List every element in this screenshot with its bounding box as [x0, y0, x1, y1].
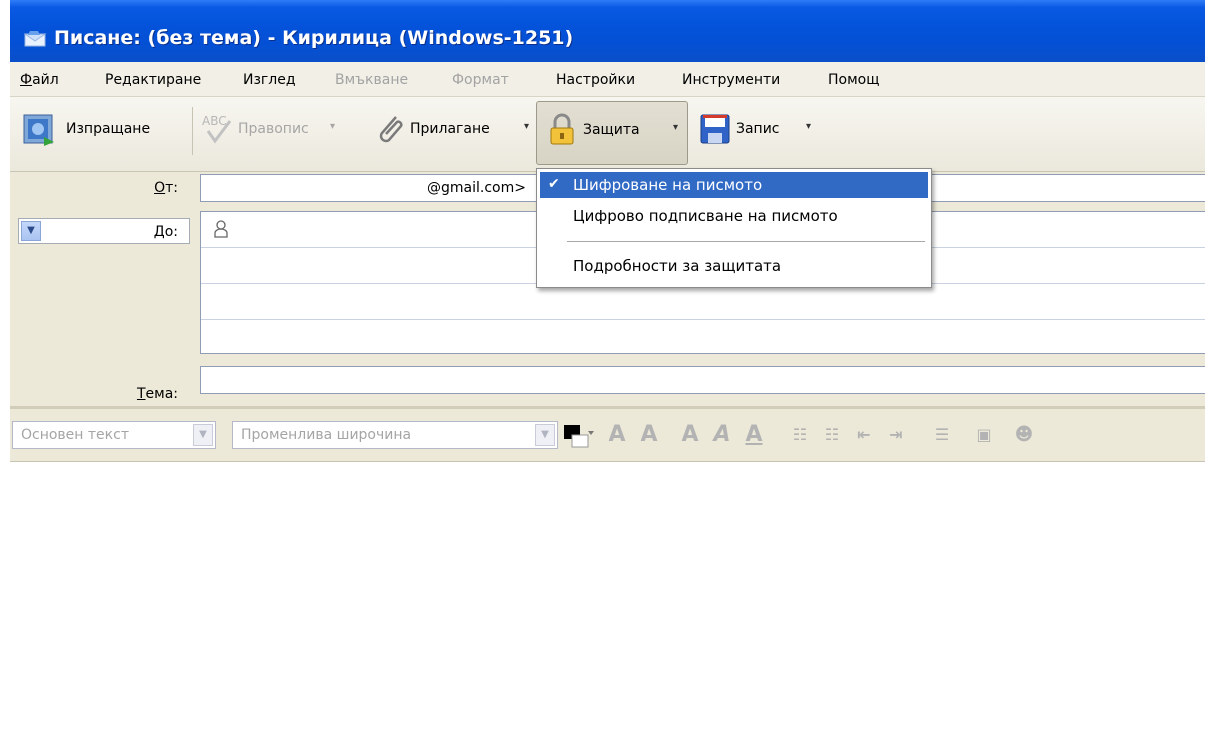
person-icon	[214, 220, 228, 238]
insert-image-icon[interactable]: ▣	[972, 423, 996, 447]
font-family-value: Променлива широчина	[241, 427, 412, 443]
format-toolbar: Основен текст ▼ Променлива широчина ▼ A …	[10, 409, 1205, 462]
security-label: Защита	[583, 122, 640, 138]
attach-button[interactable]: Прилагане ▾	[368, 101, 538, 163]
security-button[interactable]: Защита ▾	[536, 101, 688, 165]
menu-file[interactable]: Файл	[20, 72, 59, 88]
decrease-font-icon[interactable]: A	[605, 423, 629, 447]
save-label: Запис	[736, 121, 780, 137]
save-button[interactable]: Запис ▾	[694, 101, 824, 163]
subject-input[interactable]	[200, 366, 1205, 394]
floppy-disk-icon	[700, 114, 730, 144]
to-label: До:	[153, 224, 178, 240]
from-label: От:	[154, 180, 178, 196]
chevron-down-icon[interactable]: ▼	[535, 424, 555, 446]
menu-options[interactable]: Настройки	[556, 72, 635, 88]
menu-insert[interactable]: Вмъкване	[335, 72, 408, 88]
svg-text:ABC: ABC	[202, 114, 227, 128]
paragraph-style-value: Основен текст	[21, 427, 129, 443]
title-bar[interactable]: Писане: (без тема) - Кирилица (Windows-1…	[10, 0, 1205, 62]
lock-icon	[550, 113, 574, 145]
bullet-list-icon[interactable]: ☷	[788, 423, 812, 447]
smiley-icon[interactable]: ☻	[1012, 423, 1036, 447]
from-value: @gmail.com>	[427, 180, 526, 196]
italic-icon[interactable]: A	[710, 423, 734, 447]
window-title: Писане: (без тема) - Кирилица (Windows-1…	[54, 27, 574, 49]
text-color-icon[interactable]	[562, 423, 596, 449]
bold-icon[interactable]: A	[678, 423, 702, 447]
send-button[interactable]: Изпращане	[16, 101, 186, 163]
security-dropdown-icon[interactable]: ▾	[673, 122, 678, 133]
compose-window: Писане: (без тема) - Кирилица (Windows-1…	[10, 0, 1205, 751]
toolbar-separator	[192, 107, 193, 155]
menu-item-sign-message[interactable]: Цифрово подписване на писмото	[540, 203, 928, 229]
spellcheck-icon: ABC	[202, 114, 232, 144]
menu-edit[interactable]: Редактиране	[105, 72, 201, 88]
numbered-list-icon[interactable]: ☷	[820, 423, 844, 447]
paragraph-style-select[interactable]: Основен текст ▼	[12, 421, 216, 449]
chevron-down-icon[interactable]: ▼	[21, 221, 41, 241]
menu-item-encrypt-message[interactable]: ✔ Шифроване на писмото	[540, 172, 928, 198]
menu-view[interactable]: Изглед	[243, 72, 296, 88]
increase-font-icon[interactable]: A	[637, 423, 661, 447]
compose-mail-icon	[24, 31, 47, 47]
align-icon[interactable]: ☰	[930, 423, 954, 447]
spell-dropdown-icon[interactable]: ▾	[330, 121, 335, 132]
menu-item-security-info[interactable]: Подробности за защитата	[540, 253, 928, 279]
spell-button[interactable]: ABC Правопис ▾	[200, 101, 360, 163]
subject-label: Тема:	[136, 386, 178, 402]
paperclip-icon	[379, 116, 403, 143]
spell-label: Правопис	[238, 121, 309, 137]
menu-format[interactable]: Формат	[452, 72, 509, 88]
chevron-down-icon[interactable]: ▼	[193, 424, 213, 446]
recipient-row[interactable]	[201, 284, 1205, 320]
outdent-icon[interactable]: ⇤	[852, 423, 876, 447]
menu-bar: Файл Редактиране Изглед Вмъкване Формат …	[10, 62, 1205, 97]
underline-icon[interactable]: A	[742, 423, 766, 447]
attach-dropdown-icon[interactable]: ▾	[524, 121, 529, 132]
font-family-select[interactable]: Променлива широчина ▼	[232, 421, 558, 449]
send-label: Изпращане	[66, 121, 151, 137]
message-body-editor[interactable]	[10, 462, 1205, 751]
attach-label: Прилагане	[410, 121, 490, 137]
security-menu: ✔ Шифроване на писмото Цифрово подписван…	[536, 168, 932, 288]
save-dropdown-icon[interactable]: ▾	[806, 121, 811, 132]
menu-separator	[567, 241, 925, 242]
compose-toolbar: Изпращане ABC Правопис ▾ Прилагане ▾ Защ	[10, 97, 1205, 172]
checkmark-icon: ✔	[548, 176, 560, 192]
menu-tools[interactable]: Инструменти	[682, 72, 780, 88]
send-icon	[23, 114, 54, 146]
menu-help[interactable]: Помощ	[828, 72, 879, 88]
indent-icon[interactable]: ⇥	[884, 423, 908, 447]
